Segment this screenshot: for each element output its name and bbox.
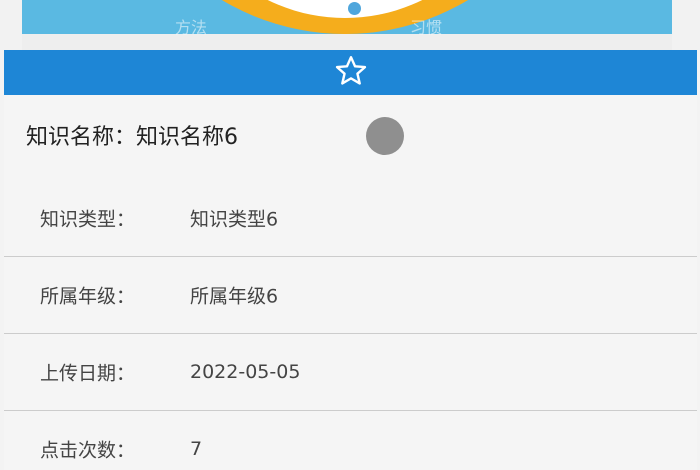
click-count-value: 7 — [190, 438, 203, 460]
star-outline-icon — [333, 53, 369, 93]
type-value: 知识类型6 — [190, 208, 279, 231]
banner-dot — [348, 2, 361, 15]
info-row-upload-date: 上传日期： 2022-05-05 — [4, 334, 697, 411]
grade-value: 所属年级6 — [190, 285, 279, 308]
info-row-type: 知识类型： 知识类型6 — [4, 180, 697, 257]
banner-right-margin — [672, 0, 700, 50]
info-row-click-count: 点击次数： 7 — [4, 411, 697, 470]
banner-left-margin — [0, 0, 22, 50]
grade-label: 所属年级： — [40, 285, 136, 308]
click-count-label: 点击次数： — [40, 439, 136, 462]
knowledge-detail-content: 知识名称：知识名称6 知识类型： 知识类型6 所属年级： 所属年级6 上传日期：… — [4, 95, 697, 470]
favorite-button[interactable] — [4, 50, 697, 95]
knowledge-name-label: 知识名称： — [26, 125, 137, 150]
upload-date-label: 上传日期： — [40, 362, 136, 385]
banner-right-text: 习惯 — [410, 18, 443, 37]
knowledge-name-value: 知识名称6 — [136, 125, 239, 150]
banner-left-text: 方法 — [175, 18, 208, 37]
info-row-grade: 所属年级： 所属年级6 — [4, 257, 697, 334]
header-banner-image: 方法 习惯 — [0, 0, 700, 50]
touch-indicator — [366, 117, 404, 155]
knowledge-detail-page: 方法 习惯 知识名称：知识名称6 知识类型： 知识类型6 所属年级： 所属年级6… — [0, 0, 700, 470]
upload-date-value: 2022-05-05 — [190, 361, 301, 383]
type-label: 知识类型： — [40, 208, 136, 231]
knowledge-name-row: 知识名称：知识名称6 — [26, 119, 238, 151]
